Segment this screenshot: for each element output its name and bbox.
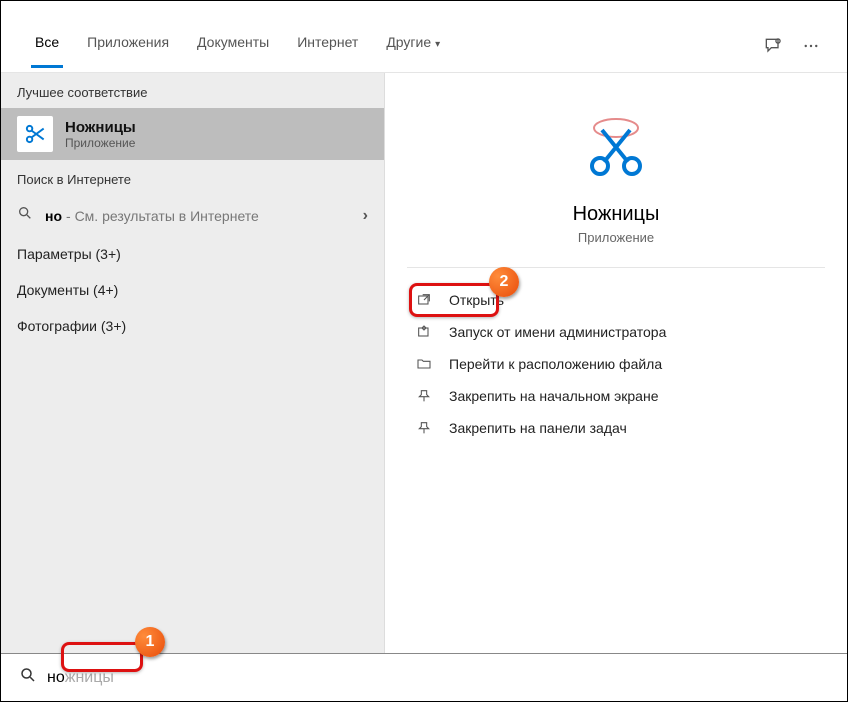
folder-icon: [413, 356, 435, 372]
category-settings[interactable]: Параметры (3+): [1, 236, 384, 272]
results-panel: Лучшее соответствие Ножницы Приложение П…: [1, 73, 385, 653]
category-photos[interactable]: Фотографии (3+): [1, 308, 384, 344]
search-bar: ножницы: [1, 653, 847, 701]
action-pin-taskbar[interactable]: Закрепить на панели задач: [407, 412, 825, 444]
web-query-text: но: [45, 208, 62, 224]
action-open[interactable]: Открыть: [407, 284, 825, 316]
more-icon[interactable]: [795, 30, 827, 62]
preview-panel: Ножницы Приложение Открыть Запуск от име…: [385, 73, 847, 653]
web-result-row[interactable]: но - См. результаты в Интернете ›: [1, 195, 384, 236]
action-run-admin[interactable]: Запуск от имени администратора: [407, 316, 825, 348]
result-snipping-tool[interactable]: Ножницы Приложение: [1, 108, 384, 160]
tab-other[interactable]: Другие▾: [372, 24, 454, 68]
chevron-down-icon: ▾: [435, 39, 440, 50]
open-icon: [413, 292, 435, 308]
best-match-label: Лучшее соответствие: [1, 73, 384, 108]
search-icon: [17, 205, 35, 226]
preview-subtitle: Приложение: [578, 230, 654, 245]
search-tabs: Все Приложения Документы Интернет Другие…: [1, 1, 847, 73]
pin-taskbar-icon: [413, 420, 435, 436]
web-query-suffix: - См. результаты в Интернете: [66, 208, 259, 224]
admin-icon: [413, 324, 435, 340]
action-open-label: Открыть: [449, 292, 504, 308]
action-pin-start[interactable]: Закрепить на начальном экране: [407, 380, 825, 412]
tab-apps[interactable]: Приложения: [73, 24, 183, 68]
web-search-label: Поиск в Интернете: [1, 160, 384, 195]
action-admin-label: Запуск от имени администратора: [449, 324, 666, 340]
tab-internet[interactable]: Интернет: [283, 24, 372, 68]
feedback-icon[interactable]: [757, 30, 789, 62]
tab-all[interactable]: Все: [21, 24, 73, 68]
pin-start-icon: [413, 388, 435, 404]
search-typed-text: но: [47, 669, 65, 687]
result-subtitle: Приложение: [65, 136, 368, 150]
action-open-location[interactable]: Перейти к расположению файла: [407, 348, 825, 380]
category-documents[interactable]: Документы (4+): [1, 272, 384, 308]
scissors-icon: [17, 116, 53, 152]
chevron-right-icon: ›: [363, 207, 368, 225]
action-pin-taskbar-label: Закрепить на панели задач: [449, 420, 627, 436]
search-icon: [19, 666, 37, 689]
preview-title: Ножницы: [573, 203, 660, 226]
action-pin-start-label: Закрепить на начальном экране: [449, 388, 659, 404]
tab-docs[interactable]: Документы: [183, 24, 283, 68]
action-location-label: Перейти к расположению файла: [449, 356, 662, 372]
app-large-icon: [571, 101, 661, 191]
search-autocomplete-text: жницы: [65, 669, 114, 687]
search-input[interactable]: ножницы: [47, 669, 114, 687]
result-title: Ножницы: [65, 119, 368, 136]
